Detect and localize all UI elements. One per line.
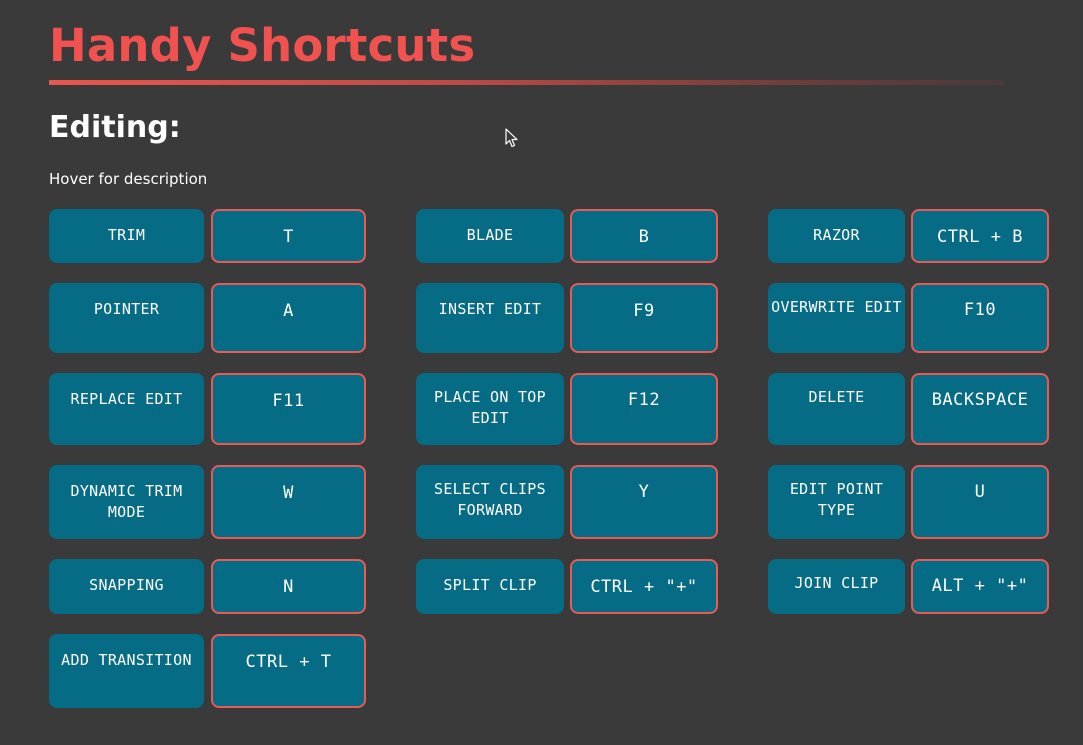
shortcut-action-blade[interactable]: BLADE [416, 209, 564, 263]
shortcut-action-delete[interactable]: DELETE [768, 373, 905, 445]
shortcut-action-add-transition[interactable]: ADD TRANSITION [49, 634, 204, 708]
shortcut-key-place-on-top-edit[interactable]: F12 [570, 373, 718, 445]
shortcut-action-snapping[interactable]: SNAPPING [49, 559, 204, 614]
shortcut-action-razor[interactable]: RAZOR [768, 209, 905, 263]
shortcut-action-trim[interactable]: TRIM [49, 209, 204, 263]
shortcut-key-select-clips-forward[interactable]: Y [570, 465, 718, 539]
shortcut-action-join-clip[interactable]: JOIN CLIP [768, 559, 905, 614]
shortcut-key-replace-edit[interactable]: F11 [211, 373, 366, 445]
shortcut-action-edit-point-type[interactable]: EDIT POINT TYPE [768, 465, 905, 539]
shortcut-action-insert-edit[interactable]: INSERT EDIT [416, 283, 564, 353]
shortcut-key-insert-edit[interactable]: F9 [570, 283, 718, 353]
section-heading: Editing: [49, 110, 181, 145]
shortcut-action-select-clips-forward[interactable]: SELECT CLIPS FORWARD [416, 465, 564, 539]
shortcut-action-overwrite-edit[interactable]: OVERWRITE EDIT [768, 283, 905, 353]
shortcut-key-dynamic-trim-mode[interactable]: W [211, 465, 366, 539]
shortcut-key-pointer[interactable]: A [211, 283, 366, 353]
shortcut-action-place-on-top-edit[interactable]: PLACE ON TOP EDIT [416, 373, 564, 445]
shortcut-key-snapping[interactable]: N [211, 559, 366, 614]
shortcut-key-add-transition[interactable]: CTRL + T [211, 634, 366, 708]
shortcut-key-join-clip[interactable]: ALT + "+" [911, 559, 1049, 614]
mouse-pointer-icon [505, 128, 518, 148]
shortcut-key-edit-point-type[interactable]: U [911, 465, 1049, 539]
shortcut-key-razor[interactable]: CTRL + B [911, 209, 1049, 263]
shortcut-key-split-clip[interactable]: CTRL + "+" [570, 559, 718, 614]
page-title: Handy Shortcuts [49, 19, 476, 72]
shortcut-action-split-clip[interactable]: SPLIT CLIP [416, 559, 564, 614]
shortcut-action-dynamic-trim-mode[interactable]: DYNAMIC TRIM MODE [49, 465, 204, 539]
shortcut-action-pointer[interactable]: POINTER [49, 283, 204, 353]
shortcut-action-replace-edit[interactable]: REPLACE EDIT [49, 373, 204, 445]
title-underline [49, 80, 1004, 85]
shortcuts-page: Handy Shortcuts Editing: Hover for descr… [0, 0, 1083, 745]
shortcut-key-trim[interactable]: T [211, 209, 366, 263]
shortcut-key-delete[interactable]: BACKSPACE [911, 373, 1049, 445]
shortcut-key-overwrite-edit[interactable]: F10 [911, 283, 1049, 353]
shortcut-key-blade[interactable]: B [570, 209, 718, 263]
hover-hint: Hover for description [49, 170, 208, 188]
